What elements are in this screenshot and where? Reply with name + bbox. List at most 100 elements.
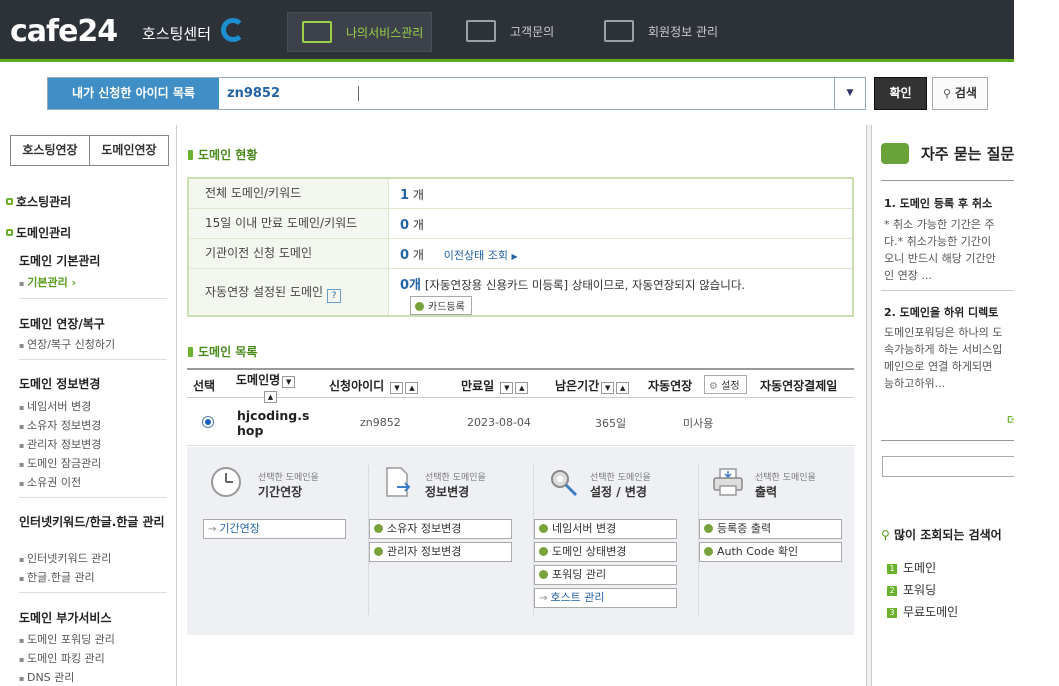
sidebar-group-domain-basic[interactable]: 도메인 기본관리 <box>19 252 169 269</box>
status-value: 0 개 <box>400 216 424 233</box>
sort-up-icon[interactable]: ▲ <box>515 382 529 394</box>
nameserver-change-button[interactable]: 네임서버 변경 <box>534 519 677 539</box>
sidebar-group-renew[interactable]: 도메인 연장/복구 <box>19 315 169 332</box>
popular-label: 도메인 <box>903 561 937 575</box>
auto-renew-setting-button[interactable]: ⚙ 설정 <box>704 375 747 394</box>
action-col-print: 선택한 도메인을 출력 등록증 출력 Auth Code 확인 <box>698 465 849 615</box>
sort-down-icon[interactable]: ▼ <box>282 376 296 388</box>
confirm-button[interactable]: 확인 <box>874 77 927 110</box>
gear-icon: ⚙ <box>709 381 718 392</box>
divider <box>881 440 1014 441</box>
popular-item[interactable]: 3 무료도메인 <box>887 603 958 620</box>
action-subtitle: 선택한 도메인을 <box>258 473 319 483</box>
id-select[interactable]: 내가 신청한 아이디 목록 zn9852 ▼ <box>47 77 866 110</box>
keyword-search-input[interactable] <box>882 456 1014 477</box>
nav-member-info[interactable]: 회원정보 관리 <box>590 12 730 50</box>
domain-status-table: 전체 도메인/키워드 1 개 15일 이내 만료 도메인/키워드 0 개 기관이… <box>187 177 854 317</box>
col-domain-label: 도메인명 <box>236 373 281 387</box>
host-manage-button[interactable]: → 호스트 관리 <box>534 588 677 608</box>
search-button[interactable]: ⚲ 검색 <box>932 77 988 110</box>
sidebar-group-extra[interactable]: 도메인 부가서비스 <box>19 609 169 626</box>
status-count[interactable]: 0개 <box>400 278 421 293</box>
btn-label: Auth Code 확인 <box>717 545 799 558</box>
sidebar: 호스팅연장 도메인연장 호스팅관리 도메인관리 도메인 기본관리 기본관리 › … <box>0 125 177 686</box>
transfer-status-link[interactable]: 이전상태 조회 ▶ <box>444 249 518 262</box>
sort-down-icon[interactable]: ▼ <box>601 382 615 394</box>
card-register-button[interactable]: 카드등록 <box>410 296 472 315</box>
owner-info-change-button[interactable]: 소유자 정보변경 <box>369 519 512 539</box>
right-panel: 자주 묻는 질문 1. 도메인 등록 후 취소 * 취소 가능한 기간은 주 다… <box>871 125 1014 686</box>
sort-up-icon[interactable]: ▲ <box>405 382 419 394</box>
action-col-info: 선택한 도메인을 정보변경 소유자 정보변경 관리자 정보변경 <box>368 465 519 615</box>
sidebar-item-domain-lock[interactable]: 도메인 잠금관리 <box>19 455 101 471</box>
sidebar-item-renew-request[interactable]: 연장/복구 신청하기 <box>19 336 115 352</box>
member-info-icon <box>604 20 634 42</box>
status-label: 15일 이내 만료 도메인/키워드 <box>189 209 389 238</box>
row-id: zn9852 <box>360 416 401 429</box>
col-auto-renew: 자동연장 <box>648 379 693 393</box>
col-select: 선택 <box>193 379 216 393</box>
sidebar-item-owner-info[interactable]: 소유자 정보변경 <box>19 417 101 433</box>
sidebar-item-korean-manage[interactable]: 한글.한글 관리 <box>19 569 95 585</box>
logo-mark-icon <box>221 18 245 42</box>
chevron-down-icon[interactable]: ▼ <box>834 78 865 109</box>
setting-button[interactable]: ⚙ 설정 <box>704 375 747 394</box>
sidebar-item-forwarding[interactable]: 도메인 포워딩 관리 <box>19 631 115 647</box>
cafe24-logo[interactable]: cafe24 <box>10 14 118 49</box>
sidebar-item-ownership-transfer[interactable]: 소유권 이전 <box>19 474 81 490</box>
domain-status-change-button[interactable]: 도메인 상태변경 <box>534 542 677 562</box>
nav-my-service[interactable]: 나의서비스관리 <box>287 12 432 52</box>
search-icon: ⚲ <box>881 528 890 542</box>
sidebar-group-info-change[interactable]: 도메인 정보변경 <box>19 375 169 392</box>
status-count[interactable]: 1 <box>400 188 409 203</box>
col-id[interactable]: 신청아이디 ▼ ▲ <box>329 377 419 394</box>
sidebar-section-domain[interactable]: 도메인관리 <box>6 224 71 241</box>
search-button-label: 검색 <box>954 86 977 100</box>
btn-label: 포워딩 관리 <box>552 568 607 581</box>
sort-down-icon[interactable]: ▼ <box>390 382 404 394</box>
sidebar-item-dns[interactable]: DNS 관리 <box>19 669 74 685</box>
popular-item[interactable]: 1 도메인 <box>887 559 936 576</box>
auth-code-button[interactable]: Auth Code 확인 <box>699 542 842 562</box>
hosting-renew-tab[interactable]: 호스팅연장 <box>10 135 90 166</box>
nav-label: 나의서비스관리 <box>346 25 424 40</box>
card-register-label: 카드등록 <box>428 302 465 313</box>
forwarding-manage-button[interactable]: 포워딩 관리 <box>534 565 677 585</box>
faq-line: * 취소 가능한 기간은 주 <box>884 218 995 231</box>
status-count[interactable]: 0 <box>400 248 409 263</box>
col-expiry[interactable]: 만료일 ▼ ▲ <box>461 377 529 394</box>
popular-item[interactable]: 2 포워딩 <box>887 581 936 598</box>
renew-period-button[interactable]: → 기간연장 <box>203 519 346 539</box>
faq-title: 자주 묻는 질문 <box>921 145 1014 163</box>
sidebar-section-hosting[interactable]: 호스팅관리 <box>6 193 71 210</box>
sidebar-item-basic-manage[interactable]: 기본관리 › <box>19 274 76 290</box>
btn-label: 네임서버 변경 <box>552 522 617 535</box>
admin-info-change-button[interactable]: 관리자 정보변경 <box>369 542 512 562</box>
action-title: 설정 / 변경 <box>590 485 647 499</box>
caret-right-icon: ▶ <box>511 252 518 261</box>
main-content: 도메인 현황 전체 도메인/키워드 1 개 15일 이내 만료 도메인/키워드 … <box>178 125 866 686</box>
help-icon[interactable]: ? <box>327 289 342 303</box>
faq-more-link[interactable]: 더 <box>1007 412 1014 427</box>
faq-question-1[interactable]: 1. 도메인 등록 후 취소 <box>884 195 992 211</box>
sidebar-item-admin-info[interactable]: 관리자 정보변경 <box>19 436 101 452</box>
row-radio[interactable] <box>202 416 214 428</box>
divider <box>19 298 167 299</box>
col-remaining[interactable]: 남은기간 ▼ ▲ <box>555 377 630 394</box>
certificate-print-button[interactable]: 등록증 출력 <box>699 519 842 539</box>
domain-renew-tab[interactable]: 도메인연장 <box>89 135 169 166</box>
status-count[interactable]: 0 <box>400 218 409 233</box>
sort-down-icon[interactable]: ▼ <box>500 382 514 394</box>
row-expiry: 2023-08-04 <box>467 416 531 429</box>
row-domain[interactable]: hjcoding.s hop <box>237 408 309 438</box>
sidebar-group-keyword[interactable]: 인터넷키워드/한글.한글 관리 <box>19 514 169 530</box>
nav-customer-inquiry[interactable]: 고객문의 <box>452 12 572 50</box>
sidebar-item-nameserver[interactable]: 네임서버 변경 <box>19 398 91 414</box>
sidebar-item-parking[interactable]: 도메인 파킹 관리 <box>19 650 105 666</box>
sort-up-icon[interactable]: ▲ <box>616 382 630 394</box>
status-label-text: 자동연장 설정된 도메인 <box>205 285 324 299</box>
action-subtitle: 선택한 도메인을 <box>755 473 816 483</box>
faq-question-2[interactable]: 2. 도메인을 하위 디렉토 <box>884 304 998 320</box>
sidebar-item-keyword-manage[interactable]: 인터넷키워드 관리 <box>19 550 111 566</box>
table-row[interactable]: hjcoding.s hop zn9852 2023-08-04 365일 미사용 <box>187 398 854 446</box>
